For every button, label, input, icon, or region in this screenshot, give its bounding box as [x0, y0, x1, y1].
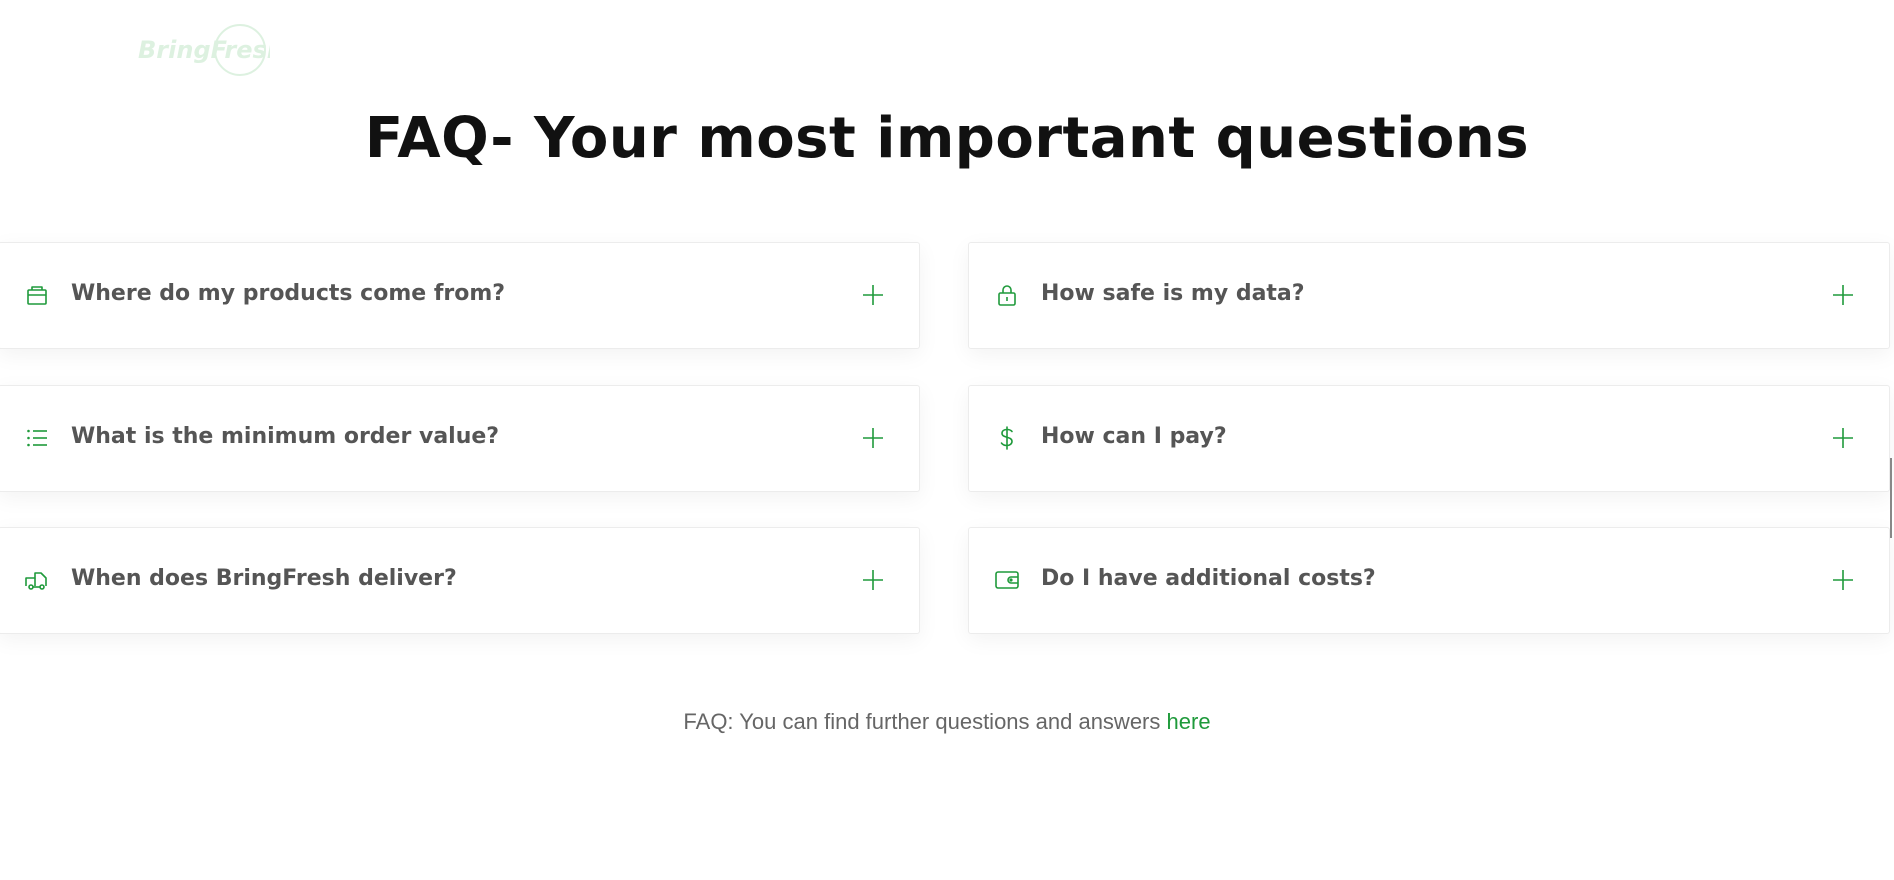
- faq-question: How can I pay?: [1041, 424, 1227, 449]
- faq-item-data-safety[interactable]: How safe is my data?: [968, 242, 1890, 349]
- truck-icon: [25, 568, 49, 592]
- shopping-bag-icon: [25, 283, 49, 307]
- faq-grid: Where do my products come from? How safe…: [0, 0, 1894, 880]
- list-icon: [25, 426, 49, 450]
- faq-item-delivery[interactable]: When does BringFresh deliver?: [0, 527, 920, 634]
- plus-icon[interactable]: [861, 283, 885, 307]
- scrollbar-thumb[interactable]: [1890, 458, 1892, 538]
- faq-item-payment[interactable]: How can I pay?: [968, 385, 1890, 492]
- plus-icon[interactable]: [1831, 283, 1855, 307]
- faq-question: When does BringFresh deliver?: [71, 566, 457, 591]
- wallet-icon: [995, 568, 1019, 592]
- faq-question: Where do my products come from?: [71, 281, 506, 306]
- faq-question: What is the minimum order value?: [71, 424, 500, 449]
- faq-question: How safe is my data?: [1041, 281, 1305, 306]
- faq-footer-note: FAQ: You can find further questions and …: [0, 709, 1894, 735]
- plus-icon[interactable]: [1831, 568, 1855, 592]
- plus-icon[interactable]: [861, 426, 885, 450]
- faq-item-product-origin[interactable]: Where do my products come from?: [0, 242, 920, 349]
- plus-icon[interactable]: [1831, 426, 1855, 450]
- lock-icon: [995, 283, 1019, 307]
- faq-item-minimum-order[interactable]: What is the minimum order value?: [0, 385, 920, 492]
- plus-icon[interactable]: [861, 568, 885, 592]
- faq-footer-text: FAQ: You can find further questions and …: [683, 709, 1161, 734]
- faq-more-link[interactable]: here: [1167, 709, 1211, 734]
- faq-page: BringFresh FAQ- Your most important ques…: [0, 0, 1894, 880]
- faq-item-additional-costs[interactable]: Do I have additional costs?: [968, 527, 1890, 634]
- dollar-icon: [995, 426, 1019, 450]
- faq-question: Do I have additional costs?: [1041, 566, 1376, 591]
